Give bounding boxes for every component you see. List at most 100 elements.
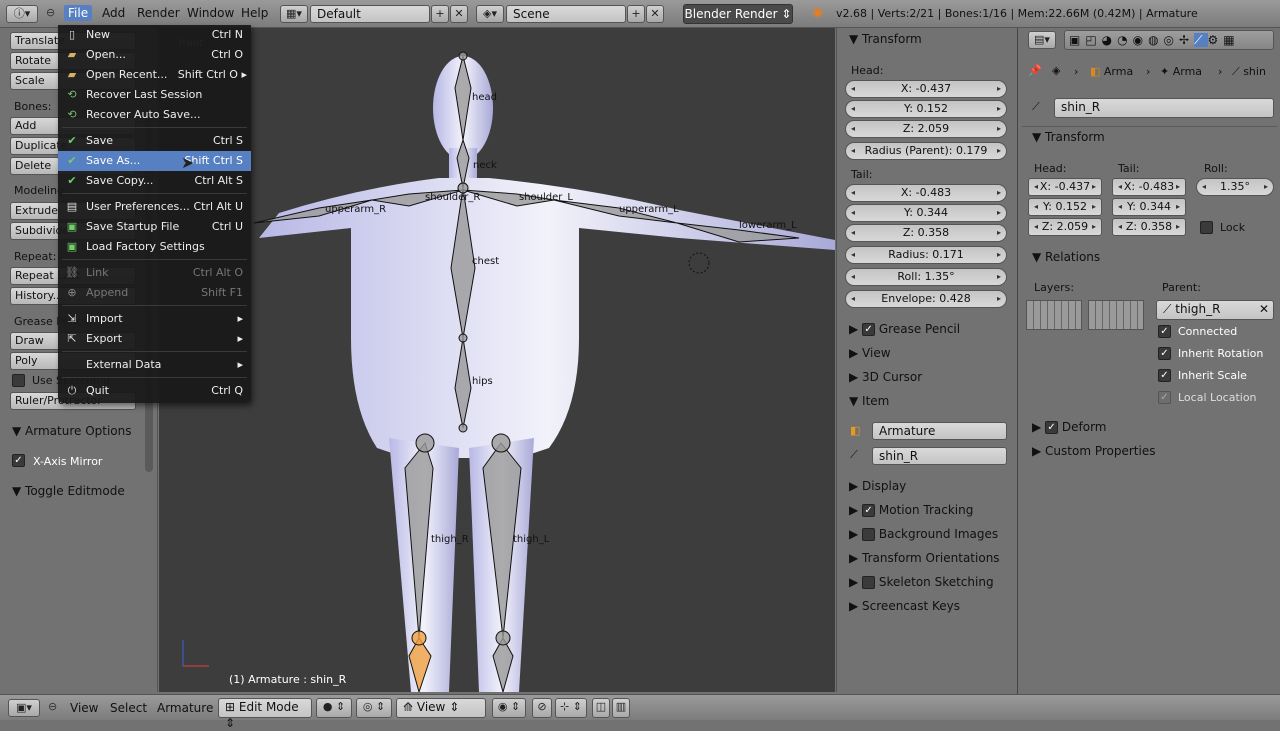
render-engine-select[interactable]: Blender Render ⇕ bbox=[683, 4, 793, 24]
transform-panel-header[interactable]: ▼ Transform bbox=[849, 32, 922, 46]
roll-field[interactable]: Roll: 1.35° bbox=[845, 268, 1007, 286]
local-location-checkbox[interactable]: ✓ bbox=[1158, 391, 1171, 404]
menu-window[interactable]: Window bbox=[187, 6, 234, 20]
radius-parent-field[interactable]: Radius (Parent): 0.179 bbox=[845, 142, 1007, 160]
item-panel-header[interactable]: ▼ Item bbox=[849, 394, 889, 408]
lock-checkbox[interactable] bbox=[1200, 221, 1213, 234]
tail-x-field[interactable]: X: -0.483 bbox=[845, 184, 1007, 202]
props-transform-panel-header[interactable]: ▼ Transform bbox=[1032, 130, 1105, 144]
screen-layout-field[interactable]: Default bbox=[310, 5, 430, 23]
menu-item-append[interactable]: ⊕ Append Shift F1 bbox=[58, 283, 251, 303]
inherit-scale-checkbox[interactable]: ✓ bbox=[1158, 369, 1171, 382]
pivot-point-icon[interactable]: ◎ ⇕ bbox=[356, 698, 392, 718]
tail-z-field[interactable]: Z: 0.358 bbox=[845, 224, 1007, 242]
menu-select[interactable]: Select bbox=[110, 701, 147, 715]
add-layout-icon[interactable]: + bbox=[431, 5, 449, 23]
collapse-icon[interactable]: ⊖ bbox=[48, 700, 57, 713]
info-editor-type-icon[interactable]: ⓘ▾ bbox=[6, 5, 38, 23]
context-tabs[interactable]: ▣◰◕◔◉◍◎✢⟋⚙▦ bbox=[1064, 30, 1274, 50]
menu-item-quit[interactable]: ⏻ Quit Ctrl Q bbox=[58, 381, 251, 401]
menu-add[interactable]: Add bbox=[102, 6, 125, 20]
props-head-z[interactable]: Z: 2.059 bbox=[1028, 218, 1102, 236]
radius-field[interactable]: Radius: 0.171 bbox=[845, 246, 1007, 264]
parent-field[interactable]: ⟋ thigh_R ✕ bbox=[1156, 300, 1274, 320]
connected-checkbox[interactable]: ✓ bbox=[1158, 325, 1171, 338]
proportional-edit-icon[interactable]: ◉ ⇕ bbox=[492, 698, 526, 718]
props-head-x[interactable]: X: -0.437 bbox=[1028, 178, 1102, 196]
menu-item-save-copy[interactable]: ✔ Save Copy... Ctrl Alt S bbox=[58, 171, 251, 191]
snap-element-icon[interactable]: ⊹ ⇕ bbox=[555, 698, 587, 718]
pin-icon[interactable]: 📌 bbox=[1028, 64, 1042, 77]
skeleton-sketching-panel-header[interactable]: ▶ Skeleton Sketching bbox=[849, 575, 994, 589]
menu-item-external-data[interactable]: External Data ▸ bbox=[58, 355, 251, 375]
x-axis-mirror-checkbox[interactable]: ✓ bbox=[12, 454, 25, 467]
menu-item-link[interactable]: ⛓ Link Ctrl Alt O bbox=[58, 263, 251, 283]
menu-item-recover-last[interactable]: ⟲ Recover Last Session bbox=[58, 85, 251, 105]
menu-item-user-preferences[interactable]: ▤ User Preferences... Ctrl Alt U bbox=[58, 197, 251, 217]
deform-checkbox[interactable]: ✓ bbox=[1045, 421, 1059, 434]
head-y-field[interactable]: Y: 0.152 bbox=[845, 100, 1007, 118]
scene-field[interactable]: Scene bbox=[506, 5, 626, 23]
inherit-rotation-checkbox[interactable]: ✓ bbox=[1158, 347, 1171, 360]
props-tail-y[interactable]: Y: 0.344 bbox=[1112, 198, 1186, 216]
menu-item-export[interactable]: ⇱ Export ▸ bbox=[58, 329, 251, 349]
menu-render[interactable]: Render bbox=[137, 6, 180, 20]
deform-panel-header[interactable]: ▶ ✓ Deform bbox=[1032, 420, 1106, 434]
menu-item-open[interactable]: ▰ Open... Ctrl O bbox=[58, 45, 251, 65]
layers-grid-b[interactable] bbox=[1088, 300, 1144, 330]
menu-item-open-recent[interactable]: ▰ Open Recent... Shift Ctrl O ▸ bbox=[58, 65, 251, 85]
clear-parent-icon[interactable]: ✕ bbox=[1259, 301, 1269, 317]
3d-viewport[interactable]: head neck chest hips upperarm_R shoulder… bbox=[159, 28, 835, 692]
display-panel-header[interactable]: ▶ Display bbox=[849, 479, 906, 493]
menu-item-save[interactable]: ✔ Save Ctrl S bbox=[58, 131, 251, 151]
render-anim-icon[interactable]: ▥ bbox=[612, 698, 630, 718]
props-roll-field[interactable]: 1.35° bbox=[1196, 178, 1274, 196]
props-tail-x[interactable]: X: -0.483 bbox=[1112, 178, 1186, 196]
custom-properties-panel-header[interactable]: ▶ Custom Properties bbox=[1032, 444, 1155, 458]
head-z-field[interactable]: Z: 2.059 bbox=[845, 120, 1007, 138]
properties-editor-type-icon[interactable]: ▤▾ bbox=[1028, 31, 1056, 49]
render-preview-icon[interactable]: ◫ bbox=[592, 698, 610, 718]
viewport-shading-icon[interactable]: ● ⇕ bbox=[316, 698, 352, 718]
close-scene-icon[interactable]: ✕ bbox=[646, 5, 664, 23]
menu-view[interactable]: View bbox=[70, 701, 98, 715]
tail-y-field[interactable]: Y: 0.344 bbox=[845, 204, 1007, 222]
toggle-editmode-panel[interactable]: ▼ Toggle Editmode bbox=[12, 484, 125, 498]
menu-help[interactable]: Help bbox=[241, 6, 268, 20]
menu-item-import[interactable]: ⇲ Import ▸ bbox=[58, 309, 251, 329]
add-scene-icon[interactable]: + bbox=[627, 5, 645, 23]
bone-tab-icon[interactable]: ⟋ bbox=[1194, 33, 1208, 47]
armature-options-panel[interactable]: ▼ Armature Options bbox=[12, 424, 132, 438]
grease-pencil-panel-header[interactable]: ▶ ✓ Grease Pencil bbox=[849, 322, 960, 336]
skeleton-sketching-checkbox[interactable] bbox=[862, 576, 876, 589]
menu-item-save-as[interactable]: ✔ Save As... Shift Ctrl S bbox=[58, 151, 251, 171]
close-layout-icon[interactable]: ✕ bbox=[450, 5, 468, 23]
use-sketching-checkbox[interactable] bbox=[12, 374, 25, 387]
bone-name-field[interactable]: shin_R bbox=[1054, 98, 1274, 118]
view-panel-header[interactable]: ▶ View bbox=[849, 346, 891, 360]
props-head-y[interactable]: Y: 0.152 bbox=[1028, 198, 1102, 216]
item-object-field[interactable]: Armature bbox=[872, 422, 1007, 440]
3d-cursor-panel-header[interactable]: ▶ 3D Cursor bbox=[849, 370, 922, 384]
props-tail-z[interactable]: Z: 0.358 bbox=[1112, 218, 1186, 236]
transform-orientations-panel-header[interactable]: ▶ Transform Orientations bbox=[849, 551, 1000, 565]
transform-orientation-select[interactable]: ⟰ View ⇕ bbox=[396, 698, 486, 718]
menu-item-save-startup[interactable]: ▣ Save Startup File Ctrl U bbox=[58, 217, 251, 237]
menu-item-new[interactable]: ▯ New Ctrl N bbox=[58, 25, 251, 45]
envelope-field[interactable]: Envelope: 0.428 bbox=[845, 290, 1007, 308]
menu-file[interactable]: File bbox=[64, 5, 93, 21]
layers-grid-a[interactable] bbox=[1026, 300, 1082, 330]
motion-tracking-panel-header[interactable]: ▶ ✓ Motion Tracking bbox=[849, 503, 973, 517]
screen-layout-icon[interactable]: ▦▾ bbox=[280, 5, 308, 23]
editor-type-icon[interactable]: ▣▾ bbox=[8, 699, 40, 717]
motion-tracking-checkbox[interactable]: ✓ bbox=[862, 504, 876, 517]
grease-pencil-checkbox[interactable]: ✓ bbox=[862, 323, 876, 336]
background-images-checkbox[interactable] bbox=[862, 528, 876, 541]
scene-icon[interactable]: ◈▾ bbox=[476, 5, 504, 23]
relations-panel-header[interactable]: ▼ Relations bbox=[1032, 250, 1100, 264]
screencast-keys-panel-header[interactable]: ▶ Screencast Keys bbox=[849, 599, 960, 613]
snap-toggle-icon[interactable]: ⊘ bbox=[532, 698, 552, 718]
menu-item-recover-auto[interactable]: ⟲ Recover Auto Save... bbox=[58, 105, 251, 125]
item-bone-field[interactable]: shin_R bbox=[872, 447, 1007, 465]
mode-select[interactable]: ⊞ Edit Mode ⇕ bbox=[218, 698, 312, 730]
